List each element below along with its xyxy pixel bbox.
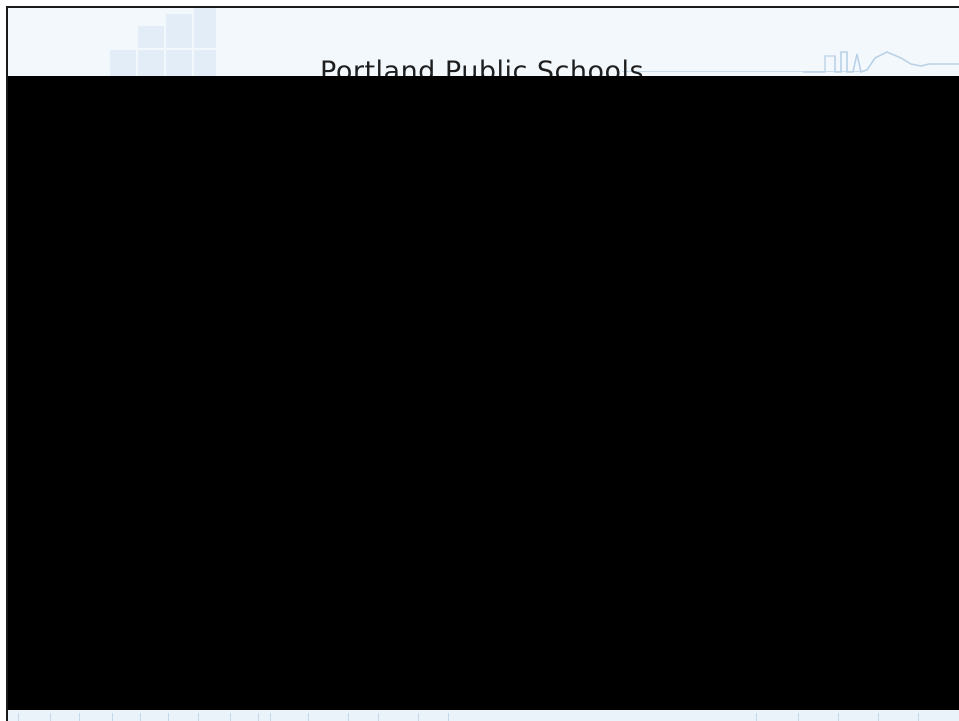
slide: Portland Public Schools: [0, 0, 959, 721]
footer-strip: [8, 710, 959, 721]
content-block: [8, 76, 959, 710]
city-skyline-icon: [803, 51, 959, 74]
building-squares-icon: [108, 8, 228, 83]
